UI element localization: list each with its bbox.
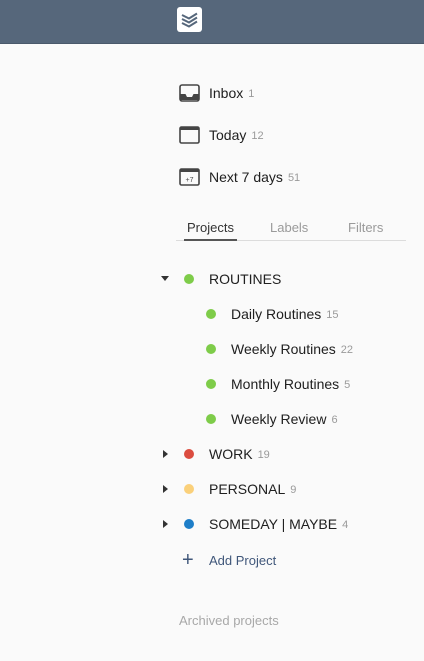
project-routines[interactable]: ROUTINES [161, 268, 282, 290]
add-project-label: Add Project [209, 552, 277, 568]
filter-count: 12 [251, 130, 264, 142]
project-name: Weekly Review [231, 411, 327, 427]
filter-label: Next 7 days [209, 169, 283, 185]
calendar-next7-icon: +7 [179, 167, 201, 187]
todoist-logo-icon[interactable] [177, 7, 202, 32]
project-count: 6 [331, 414, 338, 426]
project-color-dot [206, 309, 216, 319]
project-name: SOMEDAY | MAYBE [209, 516, 338, 532]
project-name: ROUTINES [209, 271, 282, 287]
calendar-today-icon [179, 125, 201, 145]
filter-count: 1 [248, 88, 255, 100]
project-color-dot [184, 449, 194, 459]
top-bar [0, 0, 424, 44]
filter-label: Inbox [209, 85, 244, 101]
filter-next-7-days[interactable]: +7 Next 7 days 51 [179, 165, 300, 189]
project-name: Weekly Routines [231, 341, 336, 357]
expand-arrow-icon[interactable] [163, 520, 168, 528]
project-name: PERSONAL [209, 481, 286, 497]
project-color-dot [206, 379, 216, 389]
project-count: 5 [344, 379, 351, 391]
expand-arrow-icon[interactable] [163, 450, 168, 458]
expand-arrow-icon[interactable] [163, 485, 168, 493]
next7-icon-text: +7 [186, 177, 194, 184]
plus-icon: + [182, 549, 194, 571]
project-color-dot [184, 484, 194, 494]
tab-filters[interactable]: Filters [348, 220, 383, 239]
project-daily-routines[interactable]: Daily Routines 15 [206, 303, 339, 325]
filter-count: 51 [287, 172, 301, 184]
tab-labels[interactable]: Labels [270, 220, 308, 239]
sidebar-tabs: Projects Labels Filters [176, 218, 406, 241]
filter-today[interactable]: Today 12 [179, 123, 264, 147]
project-someday-maybe[interactable]: SOMEDAY | MAYBE 4 [163, 513, 349, 535]
project-weekly-routines[interactable]: Weekly Routines 22 [206, 338, 353, 360]
project-color-dot [184, 274, 194, 284]
collapse-arrow-icon[interactable] [161, 276, 169, 281]
add-project-button[interactable]: + Add Project [182, 549, 276, 571]
project-name: Monthly Routines [231, 376, 340, 392]
project-name: WORK [209, 446, 253, 462]
project-count: 9 [290, 484, 297, 496]
archived-projects-link[interactable]: Archived projects [179, 613, 279, 628]
project-count: 19 [257, 449, 270, 461]
project-monthly-routines[interactable]: Monthly Routines 5 [206, 373, 350, 395]
project-weekly-review[interactable]: Weekly Review 6 [206, 408, 338, 430]
project-count: 4 [342, 519, 349, 531]
project-count: 15 [326, 309, 339, 321]
project-count: 22 [340, 344, 354, 356]
project-color-dot [206, 344, 216, 354]
inbox-icon [179, 83, 201, 103]
project-color-dot [184, 519, 194, 529]
filter-inbox[interactable]: Inbox 1 [179, 81, 254, 105]
project-work[interactable]: WORK 19 [163, 443, 270, 465]
tab-projects[interactable]: Projects [184, 220, 237, 241]
project-name: Daily Routines [231, 306, 322, 322]
project-personal[interactable]: PERSONAL 9 [163, 478, 297, 500]
project-color-dot [206, 414, 216, 424]
filter-label: Today [209, 127, 247, 143]
